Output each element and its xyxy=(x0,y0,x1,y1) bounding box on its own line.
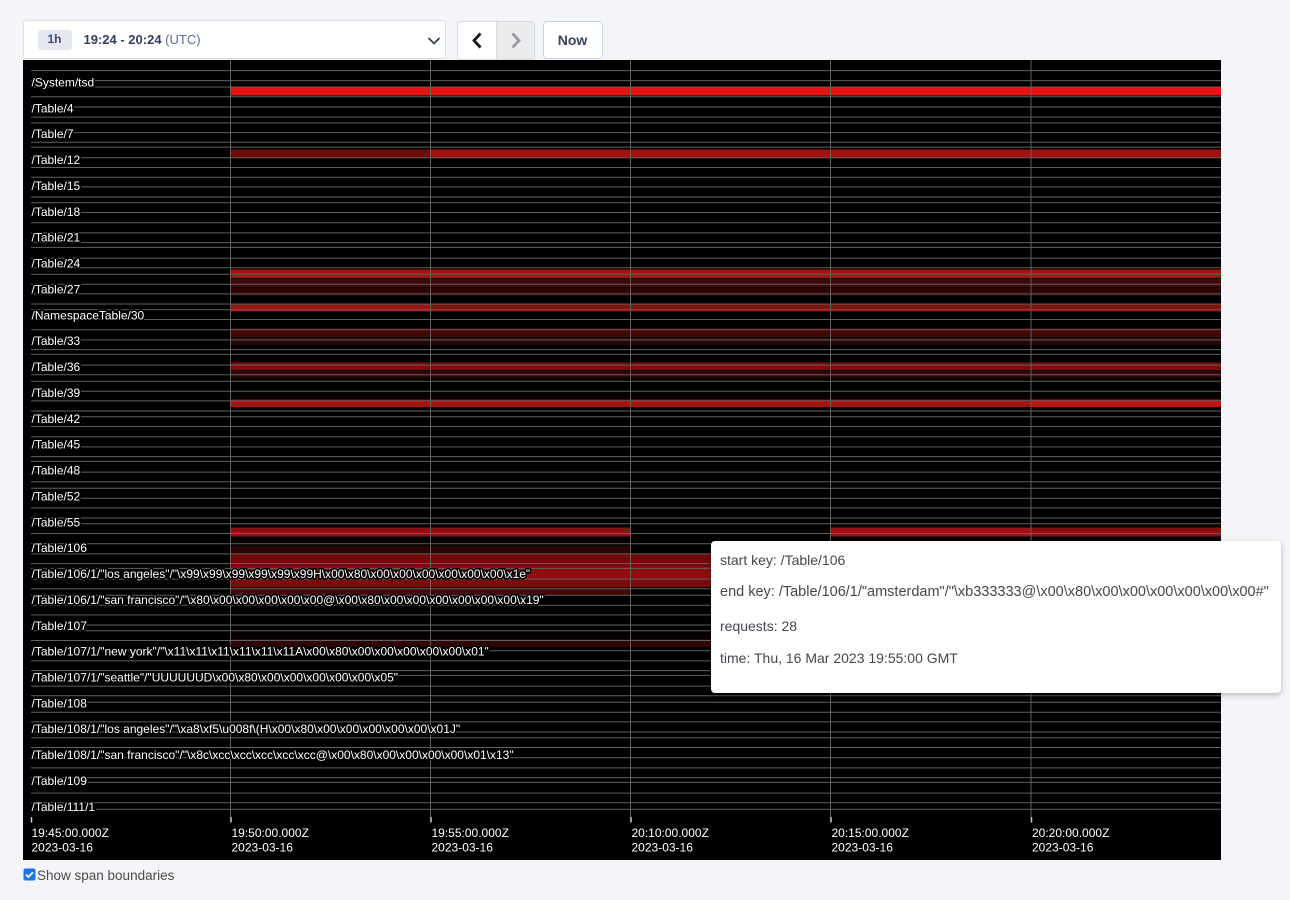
svg-text:/Table/4: /Table/4 xyxy=(32,101,74,115)
svg-text:/Table/55: /Table/55 xyxy=(32,515,81,529)
svg-text:/Table/108/1/"san francisco"/": /Table/108/1/"san francisco"/"\x8c\xcc\x… xyxy=(32,748,514,762)
svg-text:/System/tsd: /System/tsd xyxy=(32,76,95,90)
svg-text:/Table/107: /Table/107 xyxy=(32,619,88,633)
svg-text:/Table/15: /Table/15 xyxy=(32,179,81,193)
svg-text:/Table/33: /Table/33 xyxy=(32,334,81,348)
svg-text:/Table/12: /Table/12 xyxy=(32,153,81,167)
svg-text:/Table/21: /Table/21 xyxy=(32,231,81,245)
svg-text:/Table/108: /Table/108 xyxy=(32,696,88,710)
svg-text:/Table/106: /Table/106 xyxy=(32,541,88,555)
svg-text:/Table/106/1/"san francisco"/": /Table/106/1/"san francisco"/"\x80\x00\x… xyxy=(32,593,544,607)
svg-text:/Table/52: /Table/52 xyxy=(32,489,81,503)
svg-text:/Table/18: /Table/18 xyxy=(32,205,81,219)
svg-text:/Table/36: /Table/36 xyxy=(32,360,81,374)
svg-text:2023-03-16: 2023-03-16 xyxy=(832,841,894,855)
svg-text:/NamespaceTable/30: /NamespaceTable/30 xyxy=(32,308,145,322)
svg-text:/Table/45: /Table/45 xyxy=(32,438,81,452)
svg-text:2023-03-16: 2023-03-16 xyxy=(1032,841,1094,855)
svg-text:20:10:00.000Z: 20:10:00.000Z xyxy=(632,826,709,840)
svg-text:/Table/106/1/"los angeles"/"\x: /Table/106/1/"los angeles"/"\x99\x99\x99… xyxy=(32,567,531,581)
svg-text:/Table/24: /Table/24 xyxy=(32,257,81,271)
svg-text:19:55:00.000Z: 19:55:00.000Z xyxy=(432,826,509,840)
svg-text:/Table/7: /Table/7 xyxy=(32,127,74,141)
svg-text:20:15:00.000Z: 20:15:00.000Z xyxy=(832,826,909,840)
svg-text:/Table/39: /Table/39 xyxy=(32,386,81,400)
svg-text:19:50:00.000Z: 19:50:00.000Z xyxy=(232,826,309,840)
svg-text:/Table/107/1/"seattle"/"UUUUUU: /Table/107/1/"seattle"/"UUUUUUD\x00\x80\… xyxy=(32,671,399,685)
svg-text:/Table/109: /Table/109 xyxy=(32,774,88,788)
svg-text:19:45:00.000Z: 19:45:00.000Z xyxy=(32,826,109,840)
svg-text:2023-03-16: 2023-03-16 xyxy=(32,841,94,855)
svg-text:/Table/111/1: /Table/111/1 xyxy=(32,800,96,814)
svg-text:/Table/108/1/"los angeles"/"\x: /Table/108/1/"los angeles"/"\xa8\xf5\u00… xyxy=(32,722,461,736)
svg-text:2023-03-16: 2023-03-16 xyxy=(232,841,294,855)
svg-text:2023-03-16: 2023-03-16 xyxy=(632,841,694,855)
svg-text:/Table/27: /Table/27 xyxy=(32,283,81,297)
svg-text:/Table/42: /Table/42 xyxy=(32,412,81,426)
svg-text:/Table/107/1/"new york"/"\x11\: /Table/107/1/"new york"/"\x11\x11\x11\x1… xyxy=(32,645,489,659)
svg-text:/Table/48: /Table/48 xyxy=(32,464,81,478)
svg-text:20:20:00.000Z: 20:20:00.000Z xyxy=(1032,826,1109,840)
svg-text:2023-03-16: 2023-03-16 xyxy=(432,841,494,855)
